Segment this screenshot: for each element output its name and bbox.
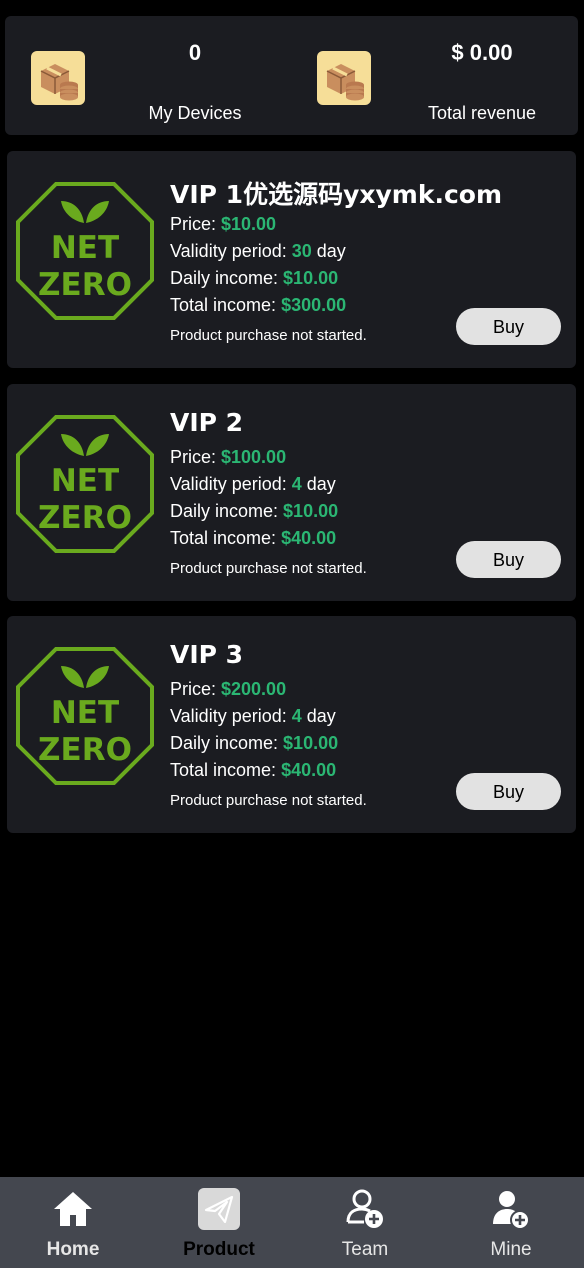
card-text: Validity period: (170, 241, 292, 261)
card-text: day (301, 474, 336, 494)
net-zero-logo-icon: NET ZERO (13, 412, 157, 556)
svg-text:NET: NET (51, 695, 119, 731)
card-text: Daily income: (170, 733, 284, 753)
card-text: Price: (170, 214, 222, 234)
card-text: day (311, 241, 346, 261)
home-icon (52, 1188, 94, 1230)
price-line: Price: $200.00 (170, 679, 286, 700)
tab-label: Team (341, 1239, 389, 1260)
purchase-status: Product purchase not started. (170, 327, 367, 344)
card-text: Total income: (170, 760, 282, 780)
product-card: NET ZERO VIP 1优选源码yxymk.com Price: $10.0… (7, 151, 576, 368)
svg-text:ZERO: ZERO (38, 267, 132, 303)
summary-panel: 0 My Devices $ 0.00 Total revenue (5, 16, 578, 135)
card-text: Daily income: (170, 268, 284, 288)
user-plus-icon (490, 1188, 532, 1230)
card-text: Daily income: (170, 501, 284, 521)
card-text: Validity period: (170, 474, 292, 494)
svg-text:ZERO: ZERO (38, 500, 132, 536)
card-text: $40.00 (281, 528, 337, 548)
daily-income-line: Daily income: $10.00 (170, 733, 338, 754)
devices-count: 0 (188, 40, 202, 65)
card-text: Total income: (170, 528, 282, 548)
total-income-line: Total income: $300.00 (170, 295, 346, 316)
card-text: Price: (170, 447, 222, 467)
total-income-line: Total income: $40.00 (170, 760, 336, 781)
card-text: $40.00 (281, 760, 337, 780)
svg-text:ZERO: ZERO (38, 732, 132, 768)
card-text: 4 (291, 474, 302, 494)
validity-line: Validity period: 4 day (170, 474, 336, 495)
tab-label: Product (183, 1239, 255, 1260)
card-text: $10.00 (283, 268, 339, 288)
buy-button[interactable]: Buy (456, 541, 561, 578)
price-line: Price: $10.00 (170, 214, 276, 235)
buy-button[interactable]: Buy (456, 773, 561, 810)
purchase-status: Product purchase not started. (170, 792, 367, 809)
validity-line: Validity period: 30 day (170, 241, 346, 262)
total-income-line: Total income: $40.00 (170, 528, 336, 549)
tab-label: Mine (490, 1239, 532, 1260)
revenue-label: Total revenue (427, 103, 537, 123)
card-text: $300.00 (281, 295, 347, 315)
card-text: $10.00 (283, 501, 339, 521)
card-text: Price: (170, 679, 222, 699)
package-coins-icon (317, 51, 371, 105)
revenue-value: $ 0.00 (451, 40, 513, 65)
daily-income-line: Daily income: $10.00 (170, 501, 338, 522)
svg-text:NET: NET (51, 230, 119, 266)
tab-team[interactable]: Team (292, 1177, 438, 1268)
package-coins-icon (31, 51, 85, 105)
bottom-tab-bar: Home Product Team Mine (0, 1177, 584, 1268)
product-title: VIP 1优选源码yxymk.com (170, 180, 503, 209)
net-zero-logo-icon: NET ZERO (13, 644, 157, 788)
devices-label: My Devices (148, 103, 242, 123)
svg-text:NET: NET (51, 463, 119, 499)
buy-button[interactable]: Buy (456, 308, 561, 345)
tab-product[interactable]: Product (146, 1177, 292, 1268)
card-text: $10.00 (221, 214, 277, 234)
net-zero-logo-icon: NET ZERO (13, 179, 157, 323)
card-text: Total income: (170, 295, 282, 315)
validity-line: Validity period: 4 day (170, 706, 336, 727)
product-card: NET ZERO VIP 3 Price: $200.00 Validity p… (7, 616, 576, 833)
tab-mine[interactable]: Mine (438, 1177, 584, 1268)
card-text: day (301, 706, 336, 726)
card-text: Validity period: (170, 706, 292, 726)
paper-plane-icon (198, 1188, 240, 1230)
card-text: $200.00 (221, 679, 287, 699)
card-text: $100.00 (221, 447, 287, 467)
product-card: NET ZERO VIP 2 Price: $100.00 Validity p… (7, 384, 576, 601)
daily-income-line: Daily income: $10.00 (170, 268, 338, 289)
product-title: VIP 2 (170, 408, 244, 437)
price-line: Price: $100.00 (170, 447, 286, 468)
card-text: $10.00 (283, 733, 339, 753)
user-add-icon (344, 1188, 386, 1230)
tab-label: Home (46, 1239, 100, 1260)
product-title: VIP 3 (170, 640, 244, 669)
card-text: 30 (291, 241, 312, 261)
tab-home[interactable]: Home (0, 1177, 146, 1268)
purchase-status: Product purchase not started. (170, 560, 367, 577)
card-text: 4 (291, 706, 302, 726)
